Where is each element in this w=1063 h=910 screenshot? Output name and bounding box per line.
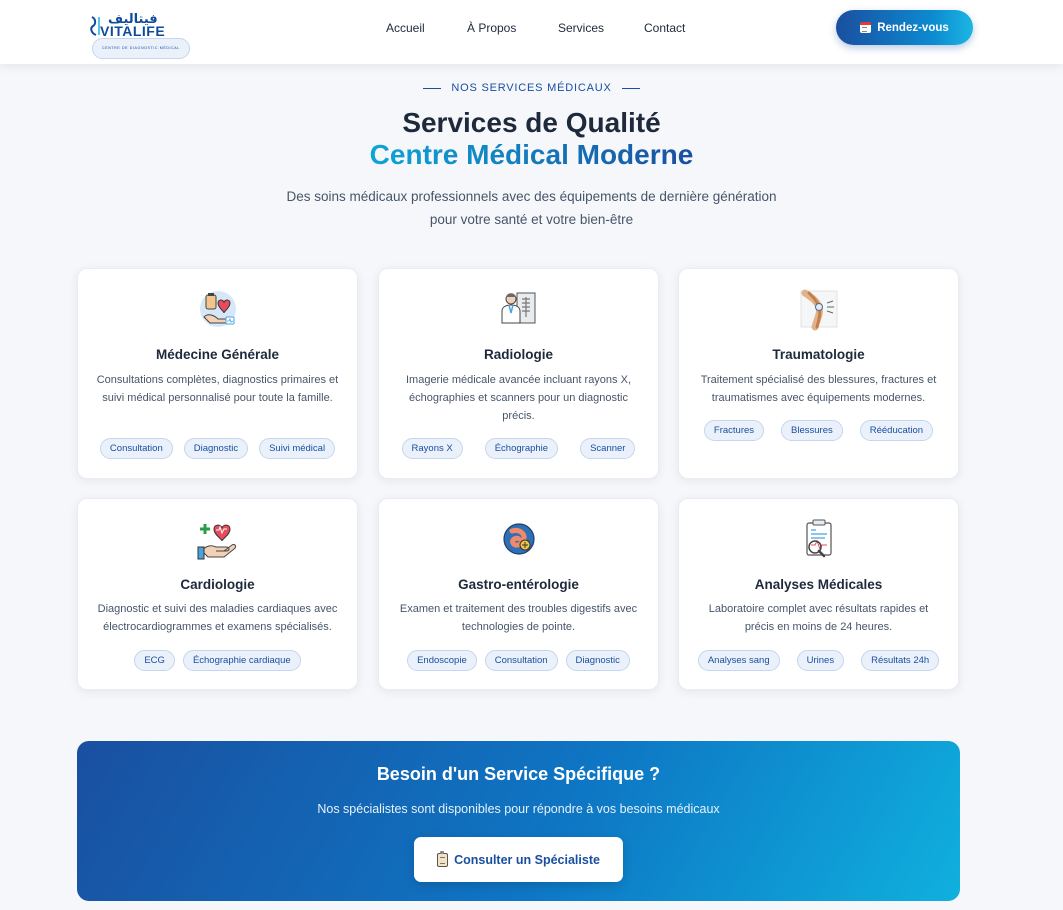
service-card-tags: Fractures Blessures Rééducation bbox=[679, 420, 958, 441]
eyebrow-text: NOS SERVICES MÉDICAUX bbox=[451, 82, 612, 94]
service-tag: Échographie cardiaque bbox=[182, 650, 301, 671]
rendez-vous-label: Rendez-vous bbox=[877, 21, 949, 34]
service-card-title: Médecine Générale bbox=[155, 347, 280, 362]
service-card-radiologie[interactable]: Radiologie Imagerie médicale avancée inc… bbox=[378, 268, 659, 479]
service-tag: Rayons X bbox=[401, 438, 463, 459]
general-medicine-icon bbox=[199, 291, 236, 327]
rendez-vous-button[interactable]: Rendez-vous bbox=[836, 10, 973, 45]
service-tag: Échographie bbox=[484, 438, 559, 459]
stomach-icon bbox=[502, 523, 535, 555]
top-navbar: فيتاليف VITALIFE CENTRE DE DIAGNOSTIC MÉ… bbox=[0, 0, 1063, 64]
service-tag: Diagnostic bbox=[183, 438, 249, 459]
service-tag: Scanner bbox=[580, 438, 636, 459]
nav-services[interactable]: Services bbox=[558, 21, 604, 35]
service-tag: Résultats 24h bbox=[861, 650, 940, 671]
service-tag: Suivi médical bbox=[259, 438, 336, 459]
banner-title: Besoin d'un Service Spécifique ? bbox=[376, 764, 661, 784]
service-tag: Fractures bbox=[703, 420, 765, 441]
knee-joint-icon bbox=[800, 289, 837, 331]
page-title-highlight: Centre Médical Moderne bbox=[0, 139, 1063, 171]
service-tag: Urines bbox=[796, 650, 845, 671]
page-subtitle-line-2: pour votre santé et votre bien-être bbox=[429, 212, 634, 227]
service-card-tags: Rayons X Échographie Scanner bbox=[379, 438, 658, 459]
page-title-highlight-text: Centre Médical Moderne bbox=[369, 139, 694, 170]
service-card-cardiologie[interactable]: Cardiologie Diagnostic et suivi des mala… bbox=[77, 498, 358, 690]
service-card-traumatologie[interactable]: Traumatologie Traitement spécialisé des … bbox=[678, 268, 959, 479]
logo-name: VITALIFE bbox=[100, 23, 166, 39]
service-card-description: Traitement spécialisé des blessures, fra… bbox=[700, 374, 937, 404]
service-tag: Consultation bbox=[484, 650, 558, 671]
vitalife-logo[interactable]: فيتاليف VITALIFE CENTRE DE DIAGNOSTIC MÉ… bbox=[90, 12, 190, 59]
service-card-analyses-medicales[interactable]: Analyses Médicales Laboratoire complet a… bbox=[678, 498, 959, 690]
nav-a-propos[interactable]: À Propos bbox=[467, 21, 516, 35]
service-card-description: Imagerie médicale avancée incluant rayon… bbox=[405, 374, 631, 422]
calendar-icon bbox=[860, 22, 872, 33]
radiology-icon bbox=[501, 292, 535, 324]
service-tag: Diagnostic bbox=[565, 650, 630, 671]
service-tag: Endoscopie bbox=[407, 650, 477, 671]
service-tag: Rééducation bbox=[859, 420, 934, 441]
service-card-tags: Analyses sang Urines Résultats 24h bbox=[679, 650, 958, 671]
nav-accueil[interactable]: Accueil bbox=[386, 21, 425, 35]
service-card-title: Gastro-entérologie bbox=[458, 577, 579, 592]
service-card-title: Cardiologie bbox=[180, 577, 255, 592]
page-subtitle-line-1: Des soins médicaux professionnels avec d… bbox=[286, 189, 777, 204]
banner-subtitle: Nos spécialistes sont disponibles pour r… bbox=[317, 802, 720, 816]
service-tag: Analyses sang bbox=[697, 650, 780, 671]
lab-report-icon bbox=[805, 519, 832, 558]
section-eyebrow: NOS SERVICES MÉDICAUX bbox=[0, 82, 1063, 94]
specialist-cta-banner: Besoin d'un Service Spécifique ? Nos spé… bbox=[77, 741, 960, 901]
eyebrow-line-right bbox=[621, 87, 640, 89]
logo-tagline: CENTRE DE DIAGNOSTIC MÉDICAL bbox=[92, 38, 190, 59]
service-card-description: Consultations complètes, diagnostics pri… bbox=[96, 374, 339, 404]
service-card-title: Traumatologie bbox=[772, 347, 865, 362]
service-card-description: Laboratoire complet avec résultats rapid… bbox=[708, 603, 929, 633]
service-card-description: Examen et traitement des troubles digest… bbox=[399, 603, 638, 633]
service-card-medecine-generale[interactable]: Médecine Générale Consultations complète… bbox=[77, 268, 358, 479]
page-title: Services de Qualité bbox=[402, 107, 661, 138]
consult-specialist-label: Consulter un Spécialiste bbox=[454, 852, 600, 867]
eyebrow-line-left bbox=[423, 87, 442, 89]
heart-hand-icon bbox=[197, 524, 236, 560]
service-card-title: Analyses Médicales bbox=[754, 577, 883, 592]
service-tag: ECG bbox=[134, 650, 175, 671]
service-card-tags: Endoscopie Consultation Diagnostic bbox=[379, 650, 658, 671]
nav-contact[interactable]: Contact bbox=[644, 21, 685, 35]
service-tag: Consultation bbox=[99, 438, 173, 459]
page-subtitle: Des soins médicaux professionnels avec d… bbox=[0, 185, 1063, 231]
service-card-gastro-enterologie[interactable]: Gastro-entérologie Examen et traitement … bbox=[378, 498, 659, 690]
service-card-description: Diagnostic et suivi des maladies cardiaq… bbox=[97, 603, 338, 633]
service-tag: Blessures bbox=[781, 420, 843, 441]
service-card-tags: ECG Échographie cardiaque bbox=[78, 650, 357, 671]
service-card-title: Radiologie bbox=[483, 347, 553, 362]
service-card-tags: Consultation Diagnostic Suivi médical bbox=[78, 438, 357, 459]
consult-specialist-button[interactable]: Consulter un Spécialiste bbox=[414, 837, 623, 882]
clipboard-icon bbox=[437, 850, 449, 867]
